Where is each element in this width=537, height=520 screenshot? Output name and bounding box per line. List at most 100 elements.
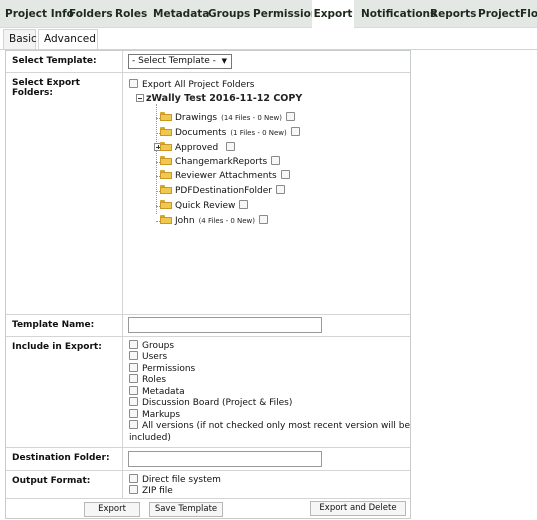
folder-name[interactable]: Documents xyxy=(175,128,226,138)
direct-file-system-checkbox[interactable] xyxy=(129,474,138,483)
folder-info: (1 Files - 0 New) xyxy=(230,129,287,137)
include-users-checkbox[interactable] xyxy=(129,351,138,360)
folder-checkbox[interactable] xyxy=(286,112,296,121)
top-tab-bar: Project Info Folders Roles Metadata Grou… xyxy=(0,0,537,29)
output-option: ZIP file xyxy=(129,485,173,497)
export-button[interactable]: Export xyxy=(84,502,140,517)
folder-name[interactable]: Drawings xyxy=(175,113,217,123)
select-template-label: Select Template: xyxy=(6,51,123,72)
folder-icon xyxy=(160,156,172,165)
tab-folders[interactable]: Folders xyxy=(69,0,113,28)
export-all-checkbox[interactable] xyxy=(129,79,138,88)
folder-name[interactable]: ChangemarkReports xyxy=(175,157,267,167)
include-option: Users xyxy=(129,351,168,363)
option-label: Markups xyxy=(142,410,181,420)
export-folders-label: Select Export Folders: xyxy=(6,73,123,314)
include-all-versions-checkbox[interactable] xyxy=(129,420,138,429)
option-label: Roles xyxy=(142,375,167,385)
template-name-input[interactable] xyxy=(128,317,322,333)
folder-name[interactable]: PDFDestinationFolder xyxy=(175,186,272,196)
folder-icon xyxy=(160,185,172,194)
folder-name[interactable]: Approved xyxy=(175,143,218,153)
tree-root-label[interactable]: zWally Test 2016-11-12 COPY xyxy=(146,93,302,104)
include-option-continued: included) xyxy=(129,433,171,444)
folder-item: Reviewer Attachments xyxy=(156,169,290,183)
template-name-label: Template Name: xyxy=(6,315,123,336)
include-permissions-checkbox[interactable] xyxy=(129,363,138,372)
include-option: Roles xyxy=(129,374,167,386)
folder-item: Quick Review xyxy=(156,199,249,213)
tab-notifications[interactable]: Notifications xyxy=(361,0,436,28)
folder-item: ChangemarkReports xyxy=(156,155,281,169)
folder-checkbox[interactable] xyxy=(276,185,285,194)
include-option: Permissions xyxy=(129,363,196,375)
folder-checkbox[interactable] xyxy=(259,215,269,224)
export-folders-cell: Export All Project Folders zWally Test 2… xyxy=(124,73,410,314)
destination-row: Destination Folder: xyxy=(6,448,410,471)
option-label: Discussion Board (Project & Files) xyxy=(142,398,293,408)
select-template-row: Select Template: - Select Template - ▼ xyxy=(6,51,410,73)
folder-checkbox[interactable] xyxy=(226,142,236,151)
include-option: Discussion Board (Project & Files) xyxy=(129,397,293,409)
export-form: Select Template: - Select Template - ▼ S… xyxy=(5,50,411,519)
tab-roles[interactable]: Roles xyxy=(115,0,147,28)
option-label: Users xyxy=(142,352,168,362)
folder-icon xyxy=(160,170,172,179)
include-markups-checkbox[interactable] xyxy=(129,409,138,418)
include-discussion-checkbox[interactable] xyxy=(129,397,138,406)
folder-name[interactable]: Reviewer Attachments xyxy=(175,171,277,181)
option-label: All versions (if not checked only most r… xyxy=(142,421,410,431)
destination-cell xyxy=(124,448,410,470)
sub-tab-bar: Basic Advanced xyxy=(0,28,537,50)
template-select[interactable]: - Select Template - ▼ xyxy=(128,54,232,69)
tab-export[interactable]: Export xyxy=(312,0,354,29)
select-template-cell: - Select Template - ▼ xyxy=(124,51,410,72)
include-row: Include in Export: Groups Users Permissi… xyxy=(6,337,410,448)
folder-item: Documents (1 Files - 0 New) xyxy=(156,126,300,140)
destination-label: Destination Folder: xyxy=(6,448,123,470)
folder-icon xyxy=(160,127,172,136)
folder-info: (4 Files - 0 New) xyxy=(198,217,256,225)
include-metadata-checkbox[interactable] xyxy=(129,386,138,395)
include-groups-checkbox[interactable] xyxy=(129,340,138,349)
option-label: Permissions xyxy=(142,364,196,374)
option-label: included) xyxy=(129,433,171,443)
tab-project-info[interactable]: Project Info xyxy=(5,0,74,28)
collapse-icon[interactable] xyxy=(136,93,144,102)
tab-advanced[interactable]: Advanced xyxy=(38,29,98,49)
tab-basic[interactable]: Basic xyxy=(3,29,37,49)
save-template-button[interactable]: Save Template xyxy=(149,502,223,517)
folder-checkbox[interactable] xyxy=(290,127,300,136)
tab-projectflow[interactable]: ProjectFlow xyxy=(478,0,537,28)
folder-icon xyxy=(160,200,172,209)
output-option: Direct file system xyxy=(129,474,221,486)
folder-icon xyxy=(160,112,172,121)
tab-metadata[interactable]: Metadata xyxy=(153,0,209,28)
tab-reports[interactable]: Reports xyxy=(430,0,476,28)
tree-line xyxy=(156,104,157,214)
destination-input[interactable] xyxy=(128,451,322,467)
export-folders-row: Select Export Folders: Export All Projec… xyxy=(6,73,410,315)
folder-checkbox[interactable] xyxy=(280,170,290,179)
option-label: ZIP file xyxy=(142,486,173,496)
include-roles-checkbox[interactable] xyxy=(129,374,138,383)
template-name-cell xyxy=(124,315,410,336)
output-format-cell: Direct file system ZIP file xyxy=(124,471,410,498)
folder-icon xyxy=(160,215,172,224)
template-name-row: Template Name: xyxy=(6,315,410,337)
template-select-value: - Select Template - xyxy=(132,56,216,66)
folder-name[interactable]: John xyxy=(175,216,195,226)
zip-file-checkbox[interactable] xyxy=(129,485,138,494)
export-all-label: Export All Project Folders xyxy=(142,80,255,90)
output-format-row: Output Format: Direct file system ZIP fi… xyxy=(6,471,410,499)
export-and-delete-button[interactable]: Export and Delete xyxy=(310,501,406,516)
tab-groups[interactable]: Groups xyxy=(208,0,250,28)
folder-checkbox[interactable] xyxy=(271,156,281,165)
include-label: Include in Export: xyxy=(6,337,123,447)
export-all-option: Export All Project Folders xyxy=(129,79,255,91)
folder-checkbox[interactable] xyxy=(239,200,249,209)
folder-name[interactable]: Quick Review xyxy=(175,201,235,211)
folder-item: Drawings (14 Files - 0 New) xyxy=(156,111,296,125)
option-label: Groups xyxy=(142,341,175,351)
folder-icon xyxy=(160,142,172,151)
